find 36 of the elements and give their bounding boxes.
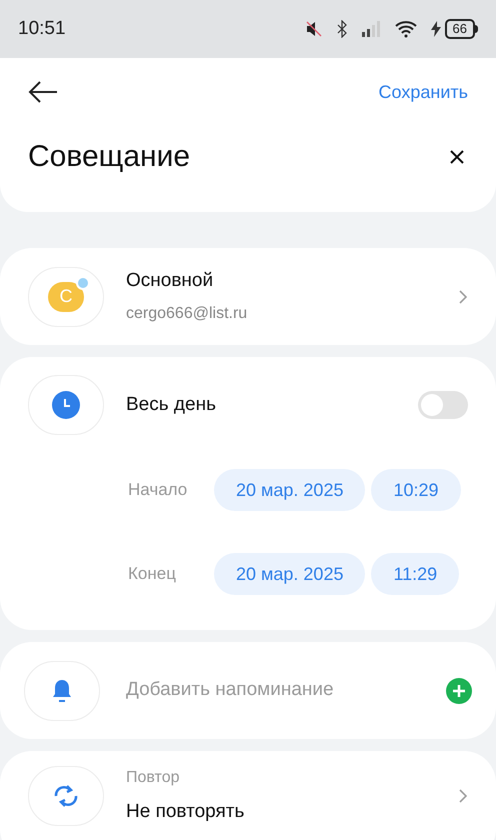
time-chip[interactable]: 11:29 bbox=[371, 553, 460, 595]
calendar-avatar: C bbox=[48, 282, 84, 312]
add-icon[interactable] bbox=[446, 678, 472, 704]
all-day-switch[interactable] bbox=[418, 391, 468, 419]
calendar-name: Основной bbox=[126, 269, 214, 294]
event-title: Совещание bbox=[28, 139, 190, 175]
chevron-right-icon bbox=[458, 788, 468, 804]
time-label: Начало bbox=[128, 479, 188, 502]
time-chip[interactable]: 10:29 bbox=[371, 469, 461, 511]
close-icon bbox=[450, 150, 464, 164]
date-chip[interactable]: 20 мар. 2025 bbox=[214, 469, 366, 511]
calendar-email: cergo666@list.ru bbox=[126, 304, 248, 324]
clear-button[interactable] bbox=[450, 150, 464, 164]
status-dot-badge bbox=[76, 276, 90, 290]
all-day-label: Весь день bbox=[126, 392, 217, 417]
charging-bolt-icon bbox=[430, 21, 441, 37]
date-chip[interactable]: 20 мар. 2025 bbox=[214, 553, 366, 595]
repeat-card[interactable]: Повтор Не повторять bbox=[0, 751, 496, 840]
bell-icon bbox=[53, 678, 71, 702]
time-label: Конец bbox=[128, 563, 177, 586]
repeat-value: Не повторять bbox=[126, 800, 246, 824]
chevron-right-icon bbox=[458, 288, 468, 304]
status-time: 10:51 bbox=[18, 16, 66, 41]
save-button[interactable]: Сохранить bbox=[378, 78, 468, 106]
battery-level: 66 bbox=[444, 19, 475, 39]
wifi-icon bbox=[394, 20, 417, 38]
signal-icon bbox=[360, 20, 381, 38]
muted-speaker-icon bbox=[304, 20, 323, 38]
calendar-card[interactable]: C Основной cergo666@list.ru bbox=[0, 248, 496, 345]
back-button[interactable] bbox=[28, 80, 58, 104]
repeat-label: Повтор bbox=[126, 768, 180, 788]
bluetooth-icon bbox=[336, 20, 347, 38]
back-arrow-icon bbox=[28, 80, 58, 104]
clock-icon bbox=[52, 391, 80, 419]
reminder-placeholder: Добавить напоминание bbox=[126, 678, 335, 702]
reminder-card[interactable]: Добавить напоминание bbox=[0, 642, 496, 739]
